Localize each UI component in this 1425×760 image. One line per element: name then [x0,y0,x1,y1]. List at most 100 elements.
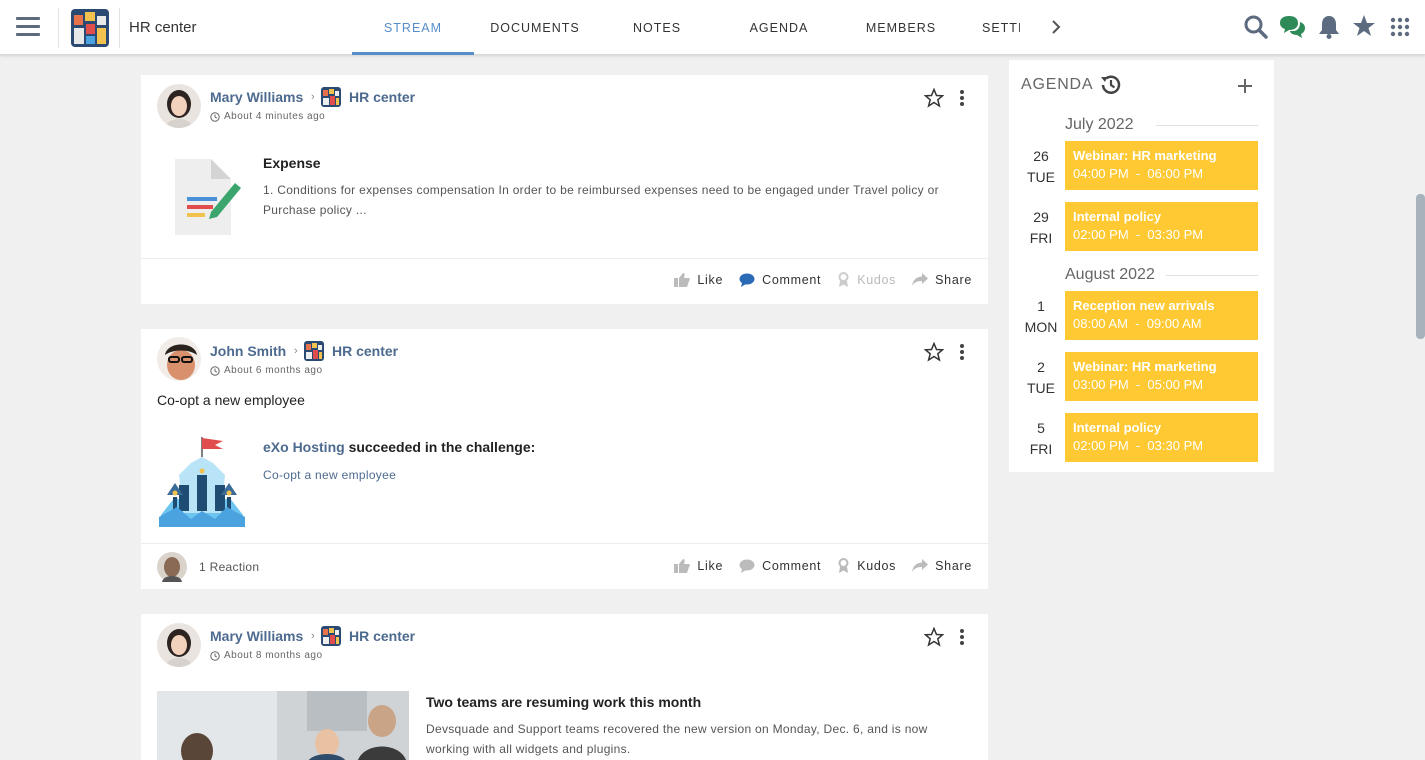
event-time: 04:00 PM - 06:00 PM [1073,166,1204,181]
agenda-event[interactable]: Webinar: HR marketing 04:00 PM - 06:00 PM [1065,141,1258,190]
post-time: About 4 minutes ago [210,111,325,122]
post-summary: 1. Conditions for expenses compensation … [263,180,939,220]
event-time: 03:00 PM - 05:00 PM [1073,377,1204,392]
chevron-right-icon: › [311,630,315,642]
share-button[interactable]: Share [912,273,972,287]
bell-icon[interactable] [1318,14,1340,40]
avatar[interactable] [157,623,201,667]
apps-grid-icon[interactable] [1390,17,1410,37]
top-bar: HR center STREAM DOCUMENTS NOTES AGENDA … [0,0,1425,55]
comment-button[interactable]: Comment [739,559,821,573]
agenda-event[interactable]: Webinar: HR marketing 03:00 PM - 05:00 PM [1065,352,1258,401]
challenge-castle-icon [159,437,245,527]
chevron-right-icon[interactable] [1046,17,1066,37]
space-link[interactable]: HR center [332,343,398,359]
kudos-button[interactable]: Kudos [837,558,896,573]
tab-stream[interactable]: STREAM [352,0,474,55]
page-scrollbar[interactable] [1416,194,1425,339]
star-icon[interactable] [1352,14,1376,38]
weekday: TUE [1027,169,1055,185]
author-name[interactable]: Mary Williams [210,628,303,644]
event-time: 02:00 PM - 03:30 PM [1073,227,1204,242]
activity-post: John Smith › HR center About 6 months ag… [141,329,988,589]
agenda-event[interactable]: Reception new arrivals 08:00 AM - 09:00 A… [1065,291,1258,340]
space-logo-icon [321,87,341,107]
divider [141,258,988,259]
month-label: July 2022 [1065,116,1134,133]
history-icon[interactable] [1099,73,1123,97]
share-icon [912,559,929,572]
more-options-icon[interactable] [956,627,968,647]
tab-notes[interactable]: NOTES [596,0,718,55]
event-date: 29 FRI [1021,207,1061,249]
space-link[interactable]: HR center [349,89,415,105]
event-time: 02:00 PM - 03:30 PM [1073,438,1204,453]
day-number: 26 [1033,148,1049,164]
agenda-widget: AGENDA July 2022 26 TUE Webinar: HR marke… [1009,60,1274,472]
author-name[interactable]: John Smith [210,343,286,359]
post-text: Co-opt a new employee [157,392,305,408]
divider [1156,125,1258,126]
space-link[interactable]: HR center [349,628,415,644]
like-button[interactable]: Like [674,558,723,573]
kudos-button[interactable]: Kudos [837,272,896,287]
event-name: Reception new arrivals [1073,298,1215,313]
month-label: August 2022 [1065,266,1155,283]
challenge-text: succeeded in the challenge: [348,439,536,455]
add-event-icon[interactable] [1237,78,1253,94]
chat-icon[interactable] [1278,14,1306,40]
search-icon[interactable] [1243,14,1269,40]
time-text: About 4 minutes ago [224,111,326,122]
reaction-avatar[interactable] [157,552,187,582]
space-tabs: STREAM DOCUMENTS NOTES AGENDA MEMBERS SE… [352,0,1020,55]
agenda-event[interactable]: Internal policy 02:00 PM - 03:30 PM [1065,413,1258,462]
time-text: About 6 months ago [224,365,323,376]
post-title[interactable]: Two teams are resuming work this month [426,694,701,710]
event-date: 5 FRI [1021,418,1061,460]
activity-post: Mary Williams › HR center About 8 months… [141,614,988,760]
event-name: Webinar: HR marketing [1073,148,1217,163]
summary-line: Devsquade and Support teams recovered th… [426,722,928,736]
hamburger-menu-icon[interactable] [16,17,40,37]
agenda-title[interactable]: AGENDA [1021,76,1093,94]
clock-icon [210,111,220,122]
tab-agenda[interactable]: AGENDA [718,0,840,55]
challenge-user-link[interactable]: eXo Hosting [263,439,345,455]
challenge-name-link[interactable]: Co-opt a new employee [263,468,396,482]
article-thumbnail-image[interactable] [157,691,409,760]
challenge-line: eXo Hosting succeeded in the challenge: [263,439,535,455]
kudos-icon [838,558,849,573]
thumbs-up-icon [674,273,691,287]
clock-icon [210,650,220,661]
post-summary: Devsquade and Support teams recovered th… [426,719,928,759]
avatar[interactable] [157,84,201,128]
tab-documents[interactable]: DOCUMENTS [474,0,596,55]
avatar[interactable] [157,337,201,381]
post-time: About 8 months ago [210,650,323,661]
favorite-star-icon[interactable] [924,88,944,108]
space-name[interactable]: HR center [129,19,197,36]
post-title[interactable]: Expense [263,155,321,171]
reactions-count[interactable]: 1 Reaction [199,560,259,574]
tab-members[interactable]: MEMBERS [840,0,962,55]
favorite-star-icon[interactable] [924,342,944,362]
agenda-event[interactable]: Internal policy 02:00 PM - 03:30 PM [1065,202,1258,251]
favorite-star-icon[interactable] [924,627,944,647]
summary-line: working with all widgets and plugins. [426,742,631,756]
like-button[interactable]: Like [674,272,723,287]
event-time: 08:00 AM - 09:00 AM [1073,316,1202,331]
kudos-icon [838,272,849,287]
summary-line: Purchase policy ... [263,203,367,217]
more-options-icon[interactable] [956,342,968,362]
event-name: Internal policy [1073,209,1162,224]
thumbs-up-icon [674,559,691,573]
comment-button[interactable]: Comment [739,273,821,287]
tab-settings[interactable]: SETTI [962,0,1020,55]
space-logo[interactable] [71,9,109,47]
day-number: 1 [1037,298,1045,314]
more-options-icon[interactable] [956,88,968,108]
share-button[interactable]: Share [912,559,972,573]
summary-line: 1. Conditions for expenses compensation … [263,183,939,197]
author-name[interactable]: Mary Williams [210,89,303,105]
weekday: FRI [1029,230,1053,246]
